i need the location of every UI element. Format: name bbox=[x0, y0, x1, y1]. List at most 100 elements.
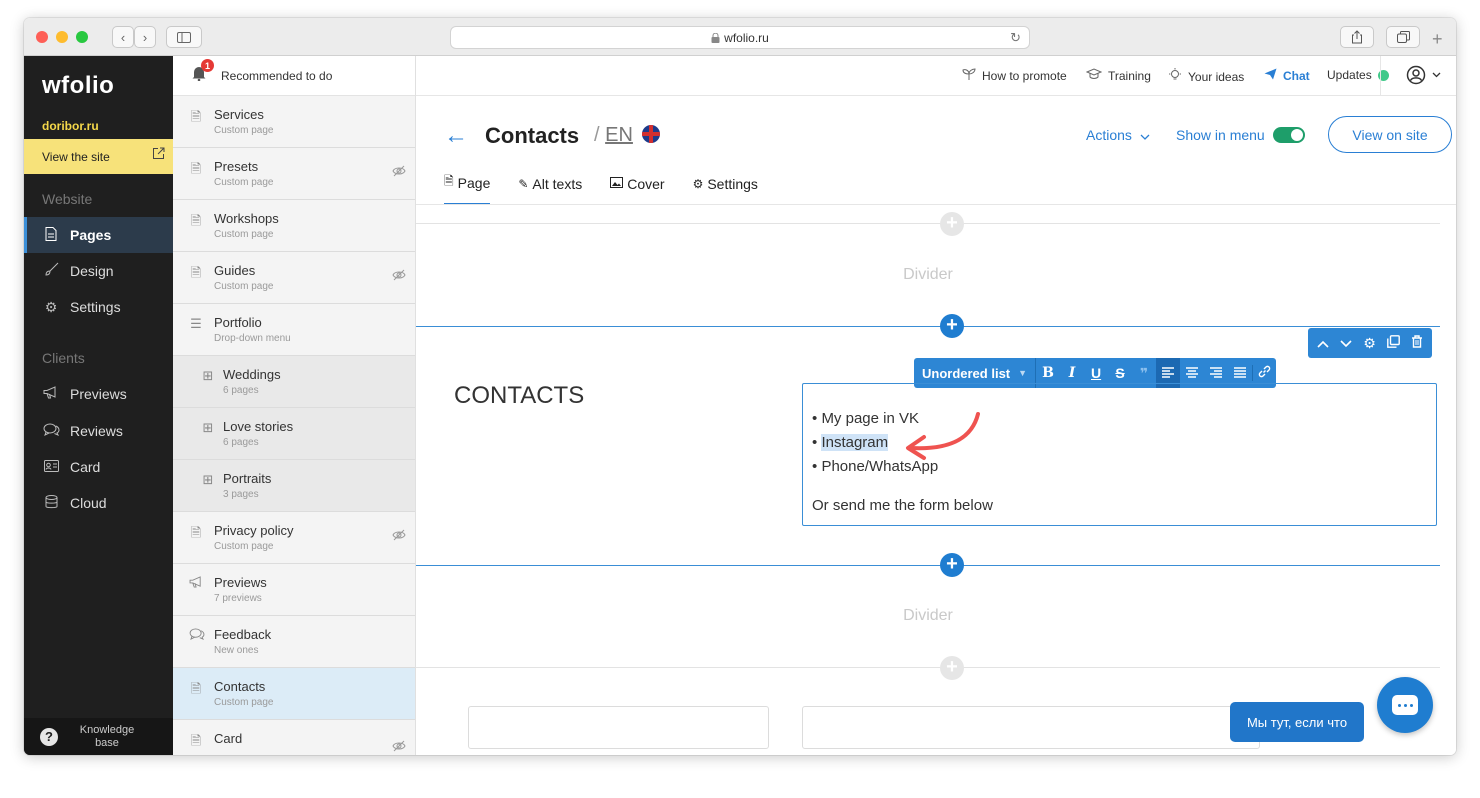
sidebar-item-pages[interactable]: Pages bbox=[24, 217, 173, 253]
sidebar-item-label: Previews bbox=[70, 386, 127, 402]
page-item-portfolio[interactable]: ☰ Portfolio Drop-down menu bbox=[173, 304, 415, 356]
actions-dropdown[interactable]: Actions bbox=[1086, 127, 1150, 143]
sidebar-toggle-button[interactable] bbox=[166, 26, 202, 48]
support-chat-button[interactable] bbox=[1377, 677, 1433, 733]
sidebar-item-cloud[interactable]: Cloud bbox=[24, 485, 173, 521]
how-to-promote-link[interactable]: How to promote bbox=[962, 68, 1067, 83]
chat-bubbles-icon bbox=[42, 423, 60, 439]
tab-settings[interactable]: ⚙ Settings bbox=[693, 172, 758, 205]
move-down-icon[interactable] bbox=[1340, 335, 1352, 351]
paragraph-text[interactable]: Or send me the form below bbox=[812, 497, 993, 514]
sidebar-item-reviews[interactable]: Reviews bbox=[24, 413, 173, 449]
form-input-field[interactable] bbox=[468, 706, 769, 749]
add-block-button[interactable]: + bbox=[940, 656, 964, 680]
page-title: Card bbox=[214, 731, 243, 746]
browser-back-button[interactable]: ‹ bbox=[112, 26, 134, 48]
website-section-label: Website bbox=[42, 191, 93, 207]
add-block-button[interactable]: + bbox=[940, 212, 964, 236]
tab-cover[interactable]: Cover bbox=[610, 172, 665, 205]
page-title: Weddings bbox=[223, 367, 281, 382]
external-link-icon bbox=[152, 147, 165, 163]
page-icon: 🗎 bbox=[190, 161, 202, 176]
chat-link[interactable]: Chat bbox=[1264, 68, 1310, 83]
new-tab-icon[interactable]: + bbox=[1432, 29, 1443, 50]
chevron-down-icon bbox=[1140, 134, 1150, 140]
hidden-eye-icon[interactable] bbox=[392, 740, 406, 755]
logo[interactable]: wfolio bbox=[42, 72, 114, 100]
page-title: Contacts bbox=[214, 679, 266, 694]
sprout-icon bbox=[962, 68, 976, 83]
add-block-button[interactable]: + bbox=[940, 314, 964, 338]
underline-icon[interactable]: U bbox=[1084, 365, 1108, 381]
page-item-portraits[interactable]: ⊞ Portraits 3 pages bbox=[173, 460, 415, 512]
page-icon: 🗎 bbox=[190, 265, 202, 280]
tab-page[interactable]: 🗎 Page bbox=[444, 172, 491, 205]
tabs-icon bbox=[1396, 31, 1410, 43]
tabs-overview-button[interactable] bbox=[1386, 26, 1420, 48]
link-icon[interactable] bbox=[1252, 365, 1276, 381]
tab-alt-texts[interactable]: ✎ Alt texts bbox=[518, 172, 582, 205]
form-input-field[interactable] bbox=[802, 706, 1260, 749]
page-item-presets[interactable]: 🗎 Presets Custom page bbox=[173, 148, 415, 200]
close-window-button[interactable] bbox=[36, 31, 48, 43]
trash-icon[interactable] bbox=[1411, 335, 1423, 351]
page-item-guides[interactable]: 🗎 Guides Custom page bbox=[173, 252, 415, 304]
list-item[interactable]: • Instagram bbox=[812, 434, 889, 451]
move-up-icon[interactable] bbox=[1317, 335, 1330, 351]
reload-icon[interactable]: ↻ bbox=[1010, 30, 1021, 46]
page-item-services[interactable]: 🗎 Services Custom page bbox=[173, 96, 415, 148]
recommended-notification[interactable]: 1 Recommended to do bbox=[173, 56, 415, 96]
bold-icon[interactable]: B bbox=[1036, 365, 1060, 381]
page-item-card[interactable]: 🗎 Card bbox=[173, 720, 415, 755]
page-item-feedback[interactable]: Feedback New ones bbox=[173, 616, 415, 668]
sidebar-item-previews[interactable]: Previews bbox=[24, 376, 173, 412]
view-on-site-button[interactable]: View on site bbox=[1328, 116, 1452, 153]
align-justify-icon[interactable] bbox=[1228, 365, 1252, 381]
chevron-right-icon: › bbox=[142, 29, 148, 45]
zoom-window-button[interactable] bbox=[76, 31, 88, 43]
duplicate-icon[interactable] bbox=[1386, 335, 1400, 351]
address-bar[interactable]: wfolio.ru ↻ bbox=[450, 26, 1030, 49]
megaphone-icon bbox=[189, 576, 203, 591]
contacts-heading[interactable]: CONTACTS bbox=[454, 382, 584, 410]
support-chat-label[interactable]: Мы тут, если что bbox=[1230, 702, 1364, 742]
share-button[interactable] bbox=[1340, 26, 1374, 48]
language-switcher[interactable]: / EN bbox=[594, 124, 661, 147]
page-subtitle: Drop-down menu bbox=[214, 333, 291, 344]
sidebar-item-design[interactable]: Design bbox=[24, 253, 173, 289]
italic-icon[interactable]: I bbox=[1060, 365, 1084, 381]
page-item-contacts[interactable]: 🗎 Contacts Custom page bbox=[173, 668, 415, 720]
sidebar-item-card[interactable]: Card bbox=[24, 449, 173, 485]
back-arrow-icon[interactable]: ← bbox=[444, 122, 468, 150]
gear-icon: ⚙ bbox=[692, 176, 704, 191]
align-center-icon[interactable] bbox=[1180, 365, 1204, 381]
page-item-privacy-policy[interactable]: 🗎 Privacy policy Custom page bbox=[173, 512, 415, 564]
bell-icon: 1 bbox=[191, 59, 214, 86]
sidebar-item-settings[interactable]: ⚙ Settings bbox=[24, 289, 173, 325]
page-item-workshops[interactable]: 🗎 Workshops Custom page bbox=[173, 200, 415, 252]
strikethrough-icon[interactable]: S bbox=[1108, 365, 1132, 381]
block-settings-icon[interactable]: ⚙ bbox=[1363, 335, 1376, 352]
browser-forward-button[interactable]: › bbox=[134, 26, 156, 48]
add-block-button[interactable]: + bbox=[940, 553, 964, 577]
page-title: Privacy policy bbox=[214, 523, 294, 538]
chat-bubble-icon bbox=[1392, 695, 1418, 715]
database-icon bbox=[42, 494, 60, 512]
page-item-weddings[interactable]: ⊞ Weddings 6 pages bbox=[173, 356, 415, 408]
page-item-love-stories[interactable]: ⊞ Love stories 6 pages bbox=[173, 408, 415, 460]
hidden-eye-icon[interactable] bbox=[392, 269, 406, 284]
menu-icon: ☰ bbox=[190, 316, 202, 331]
quote-icon[interactable]: ❞ bbox=[1132, 365, 1156, 382]
show-in-menu-toggle[interactable]: Show in menu bbox=[1176, 127, 1305, 143]
training-link[interactable]: Training bbox=[1085, 68, 1151, 83]
your-ideas-link[interactable]: Your ideas bbox=[1168, 68, 1244, 85]
hidden-eye-icon[interactable] bbox=[392, 165, 406, 180]
minimize-window-button[interactable] bbox=[56, 31, 68, 43]
toggle-switch[interactable] bbox=[1272, 127, 1305, 143]
page-item-previews[interactable]: Previews 7 previews bbox=[173, 564, 415, 616]
hidden-eye-icon[interactable] bbox=[392, 529, 406, 544]
account-menu-button[interactable] bbox=[1406, 65, 1441, 85]
knowledge-base-link[interactable]: ? Knowledge base bbox=[24, 718, 173, 755]
view-site-button[interactable]: View the site bbox=[24, 139, 173, 174]
align-right-icon[interactable] bbox=[1204, 365, 1228, 381]
